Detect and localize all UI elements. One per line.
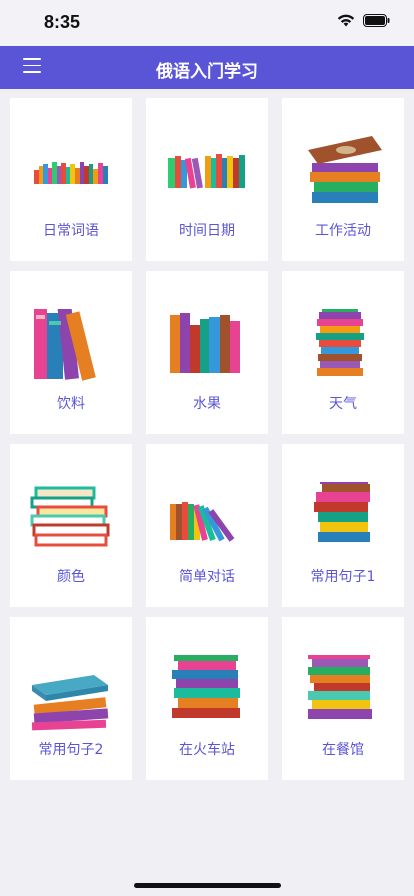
category-card[interactable]: 简单对话 [146, 444, 268, 607]
category-grid: 日常词语 时间日期 工作活动 饮料 水果 天气 颜色 简单对话 常用句子1 常用… [10, 98, 404, 780]
category-label: 工作活动 [315, 223, 371, 239]
category-card[interactable]: 常用句子2 [10, 617, 132, 780]
books-row-icon [170, 313, 240, 373]
books-row-icon [34, 162, 108, 184]
nav-bar: 俄语入门学习 [0, 46, 414, 89]
category-card[interactable]: 天气 [282, 271, 404, 434]
books-stack-icon [30, 486, 110, 547]
category-card[interactable]: 常用句子1 [282, 444, 404, 607]
category-label: 常用句子1 [310, 569, 376, 585]
category-label: 天气 [329, 396, 357, 412]
books-stack-icon [308, 655, 372, 719]
books-stack-icon [308, 136, 382, 203]
books-tall-icon [34, 309, 96, 381]
books-stack-icon [172, 655, 240, 718]
books-stack-icon [316, 309, 364, 376]
category-label: 常用句子2 [38, 742, 104, 758]
status-icons [337, 14, 390, 27]
category-label: 颜色 [57, 569, 85, 585]
category-card[interactable]: 饮料 [10, 271, 132, 434]
category-label: 在餐馆 [322, 742, 364, 758]
battery-icon [363, 14, 390, 27]
category-card[interactable]: 在餐馆 [282, 617, 404, 780]
category-card[interactable]: 工作活动 [282, 98, 404, 261]
category-label: 时间日期 [179, 223, 235, 239]
category-label: 饮料 [57, 396, 85, 412]
books-stack-icon [31, 675, 109, 731]
category-card[interactable]: 时间日期 [146, 98, 268, 261]
category-card[interactable]: 水果 [146, 271, 268, 434]
books-leaning-icon [168, 154, 245, 189]
category-card[interactable]: 在火车站 [146, 617, 268, 780]
category-label: 日常词语 [43, 223, 99, 239]
category-card[interactable]: 颜色 [10, 444, 132, 607]
category-label: 在火车站 [179, 742, 235, 758]
books-leaning-icon [170, 502, 235, 542]
home-indicator[interactable] [134, 883, 281, 888]
page-title: 俄语入门学习 [156, 62, 258, 82]
status-bar: 8:35 [0, 0, 414, 46]
category-card[interactable]: 日常词语 [10, 98, 132, 261]
category-label: 水果 [193, 396, 221, 412]
wifi-icon [337, 14, 355, 27]
category-label: 简单对话 [179, 569, 235, 585]
status-time: 8:35 [44, 12, 81, 32]
books-stack-icon [314, 482, 370, 542]
